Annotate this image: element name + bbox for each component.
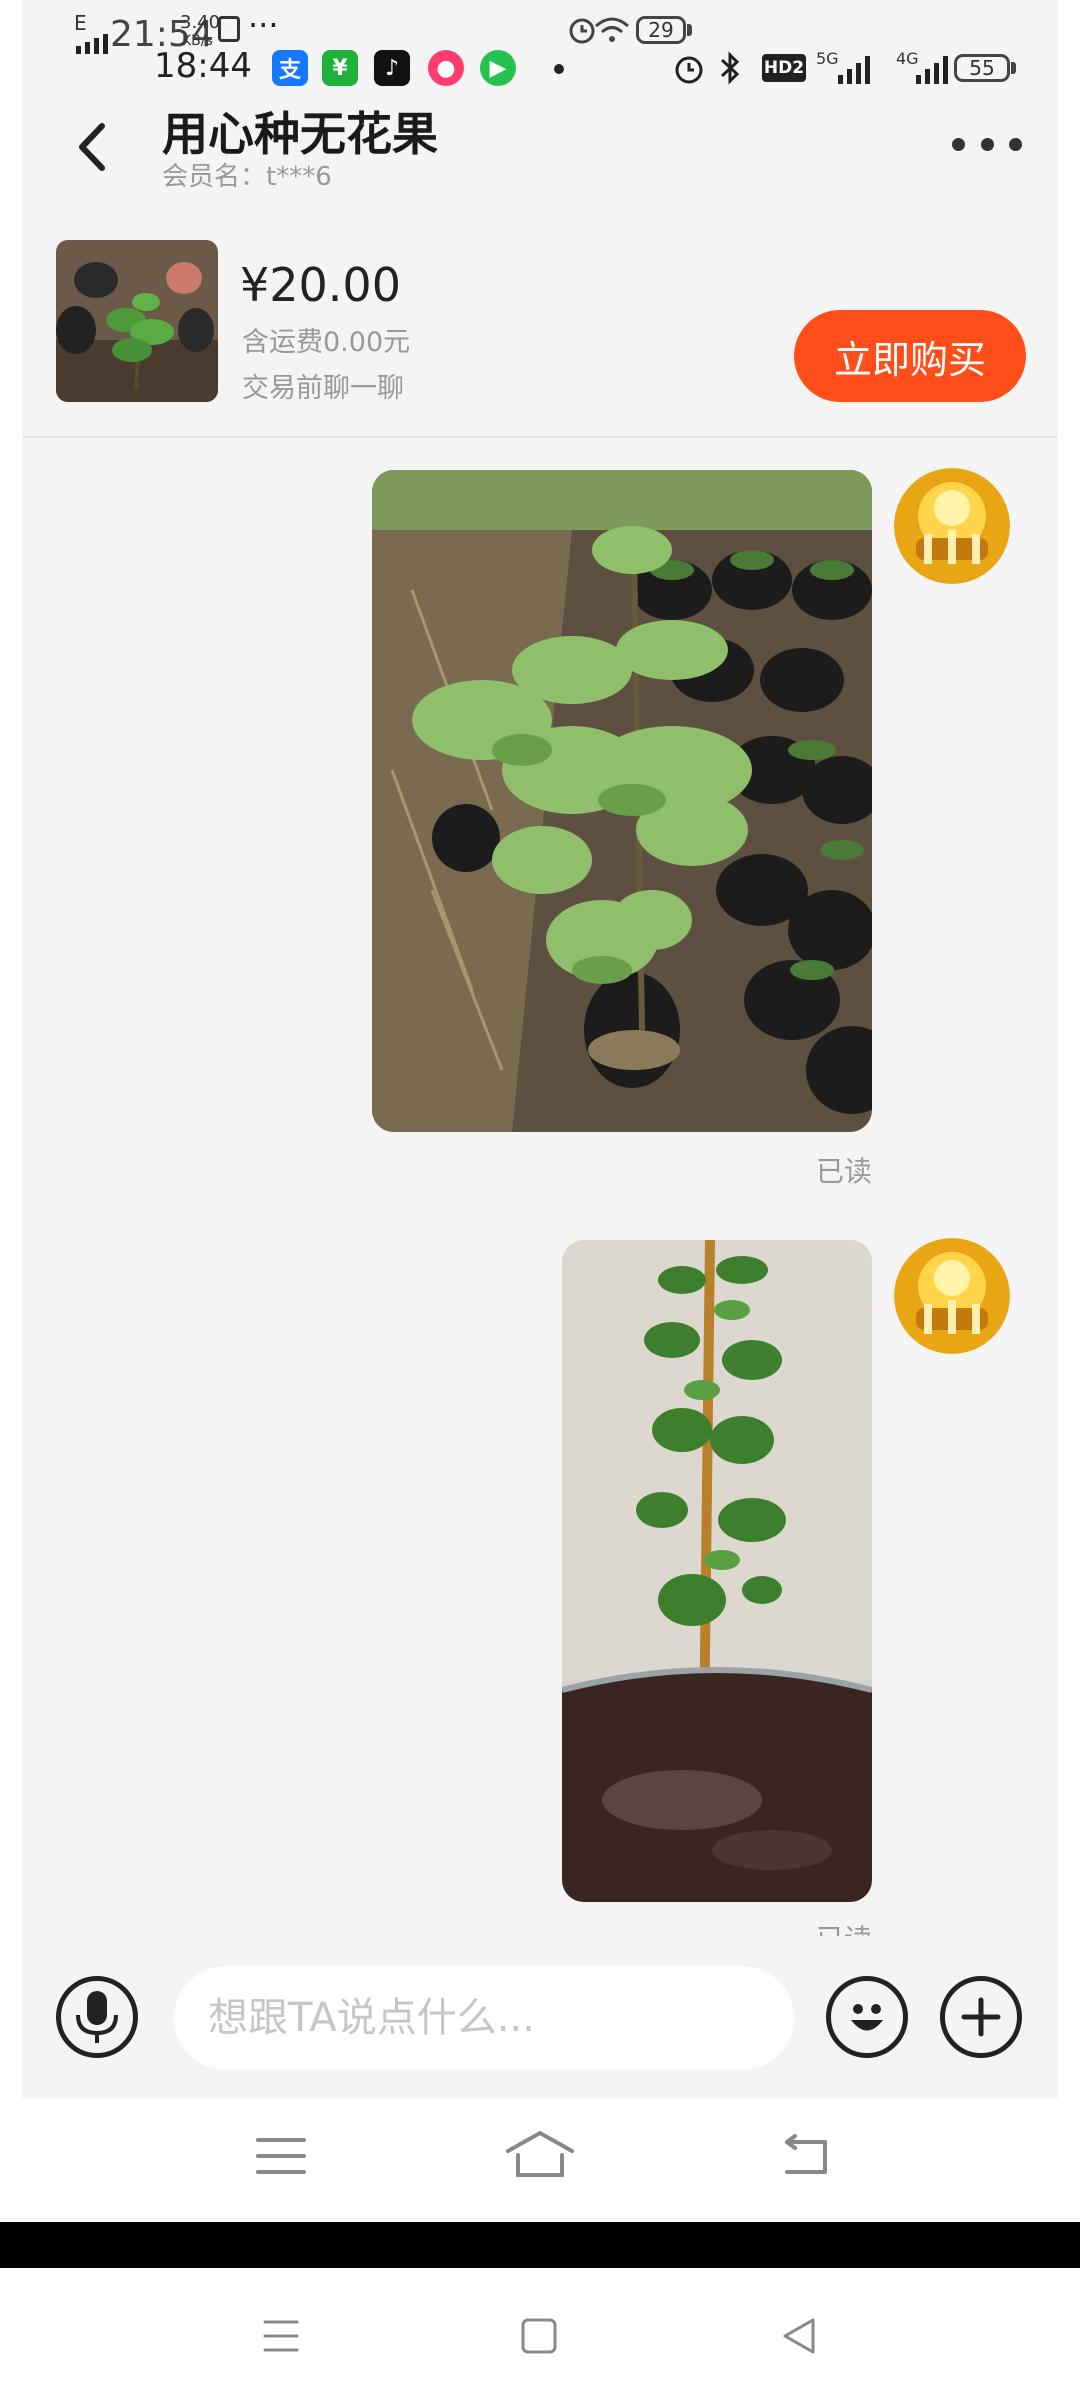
header-divider	[22, 436, 1058, 438]
buy-now-button[interactable]: 立即购买	[794, 310, 1026, 402]
chat-screen: E 21:54 3.40 KB/s ··· 29 18:44 支 ¥ ♪ ● ▶…	[22, 0, 1058, 2222]
plus-icon[interactable]	[940, 1976, 1022, 2058]
message-image-1[interactable]	[372, 470, 872, 1132]
signal-1-label: 5G	[816, 49, 839, 68]
net-speed-value: 3.40	[180, 12, 221, 33]
message-image-2[interactable]	[562, 1240, 872, 1902]
message-input[interactable]	[174, 1966, 794, 2070]
fig-nursery-photo	[372, 470, 872, 1132]
outer-battery-level: 29	[648, 18, 674, 42]
inner-status-bar: 18:44 支 ¥ ♪ ● ▶ HD2 5G 4G 55	[22, 40, 1058, 100]
signal-1-icon	[838, 54, 870, 84]
bluetooth-icon	[720, 51, 740, 85]
frame-band	[0, 2222, 1080, 2268]
inner-clock: 18:44	[154, 46, 252, 86]
outer-more-dots: ···	[248, 6, 279, 44]
fig-pot-photo	[562, 1240, 872, 1902]
more-icon[interactable]	[952, 134, 1022, 154]
inner-navigation-bar	[22, 2098, 1058, 2222]
tiktok-app-icon: ♪	[374, 50, 410, 86]
avatar-image	[894, 468, 1010, 584]
frame-left	[0, 0, 22, 2222]
product-photo	[56, 240, 218, 402]
inner-battery-level: 55	[969, 56, 995, 80]
alipay-app-icon: 支	[272, 50, 308, 86]
read-status: 已读	[816, 1918, 872, 1936]
input-bar	[22, 1946, 1058, 2098]
outer-navigation-bar	[0, 2268, 1080, 2400]
chat-hint: 交易前聊一聊	[242, 373, 404, 404]
product-price: ¥20.00	[240, 258, 401, 312]
shipping-fee: 含运费0.00元	[242, 327, 411, 358]
menu-icon[interactable]	[246, 2310, 316, 2362]
triangle-back-icon[interactable]	[764, 2310, 834, 2362]
weibo-app-icon: ●	[428, 50, 464, 86]
shop-app-icon: ¥	[322, 50, 358, 86]
sim-icon	[218, 16, 240, 42]
chat-title: 用心种无花果	[162, 107, 438, 161]
hd-badge-icon: HD2	[762, 54, 806, 82]
menu-icon[interactable]	[246, 2126, 316, 2186]
avatar[interactable]	[894, 468, 1010, 584]
home-icon[interactable]	[500, 2122, 580, 2186]
video-app-icon: ▶	[480, 50, 516, 86]
back-return-icon[interactable]	[770, 2126, 840, 2186]
alarm-icon	[675, 56, 703, 84]
hd-badge-label: HD2	[763, 58, 805, 78]
inner-battery-icon: 55	[954, 54, 1016, 82]
frame-right	[1058, 0, 1080, 2222]
microphone-icon[interactable]	[56, 1976, 138, 2058]
avatar-image	[894, 1238, 1010, 1354]
avatar[interactable]	[894, 1238, 1010, 1354]
emoji-icon[interactable]	[826, 1976, 908, 2058]
signal-2-icon	[916, 54, 948, 84]
square-icon[interactable]	[504, 2310, 574, 2362]
product-thumbnail[interactable]	[56, 240, 218, 402]
back-icon[interactable]	[62, 112, 122, 182]
notification-dot-icon	[554, 64, 564, 74]
member-name: 会员名：t***6	[162, 162, 332, 192]
product-card[interactable]: ¥20.00 含运费0.00元 交易前聊一聊 立即购买	[22, 222, 1058, 434]
read-status: 已读	[816, 1155, 873, 1188]
